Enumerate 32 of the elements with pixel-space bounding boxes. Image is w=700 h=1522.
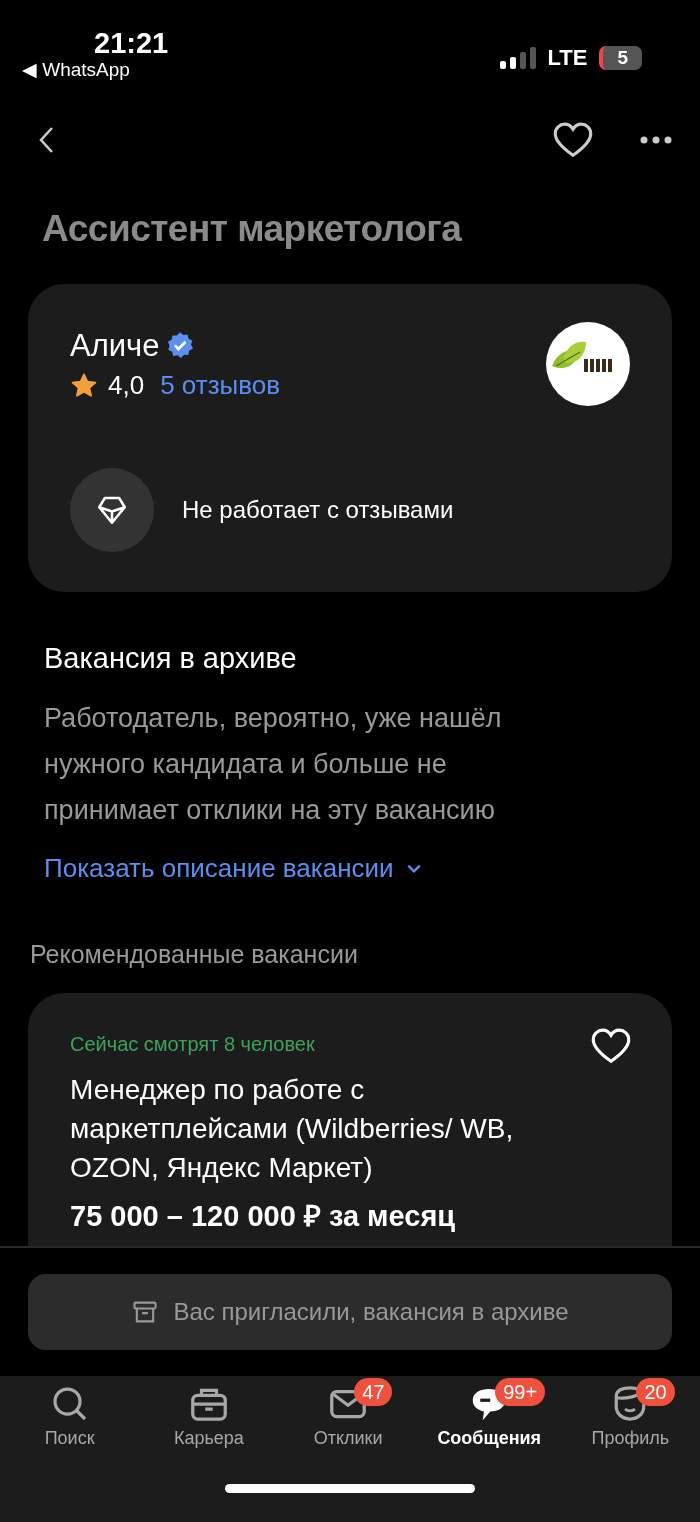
tab-button[interactable]: Карьера (158, 1376, 259, 1478)
employer-name[interactable]: Аличе (70, 328, 160, 364)
rating-value: 4,0 (108, 370, 145, 401)
tab-button[interactable]: 20 Профиль (580, 1376, 681, 1478)
chevron-down-icon (405, 862, 422, 875)
note-text: Не работает с отзывами (182, 496, 454, 524)
favorite-icon[interactable] (552, 121, 594, 159)
count-badge: 99+ (495, 1378, 546, 1406)
vacancy-card[interactable]: Сейчас смотрят 8 человек Менеджер по работе с маркетплейсами (Wildberries/ WB, OZON, Яндекс Маркет) 75 000 – 120 000 ₽ за месяц (28, 993, 672, 1246)
network-label: LTE (547, 45, 588, 71)
signal-icon (499, 47, 536, 69)
count-badge: 20 (636, 1378, 675, 1406)
archive-message: Работодатель, вероятно, уже нашёл нужного кандидата и больше не принимает отклики на эту вакансию (44, 702, 503, 827)
section-heading: Вакансия в архиве (44, 642, 298, 675)
vacancy-name[interactable]: Менеджер по работе с маркетплейсами (Wildberries/ WB, OZON, Яндекс Маркет) (70, 1070, 515, 1187)
tab-button[interactable]: 47 Отклики (298, 1376, 399, 1478)
star-icon (70, 371, 98, 400)
back-to-app-link[interactable]: ◀ WhatsApp (22, 58, 130, 82)
vacancy-title: Ассистент маркетолога (42, 208, 463, 250)
reviews-link[interactable]: 5 отзывов (160, 370, 281, 401)
clock-time: 21:21 (94, 28, 169, 58)
viewers-count: Сейчас смотрят 8 человек (70, 1033, 316, 1056)
back-icon (38, 126, 54, 154)
salary-text: 75 000 – 120 000 ₽ за месяц (70, 1199, 457, 1234)
section-heading: Рекомендованные вакансии (30, 940, 359, 969)
archive-banner: Вас пригласили, вакансия в архиве (28, 1274, 672, 1350)
show-description-link[interactable]: Показать описание вакансии (44, 853, 422, 884)
battery-indicator: 5 (599, 46, 642, 70)
count-badge: 47 (354, 1378, 393, 1406)
more-icon (640, 136, 672, 144)
favorite-icon[interactable] (590, 1027, 632, 1065)
tab-button[interactable]: Поиск (19, 1376, 120, 1478)
